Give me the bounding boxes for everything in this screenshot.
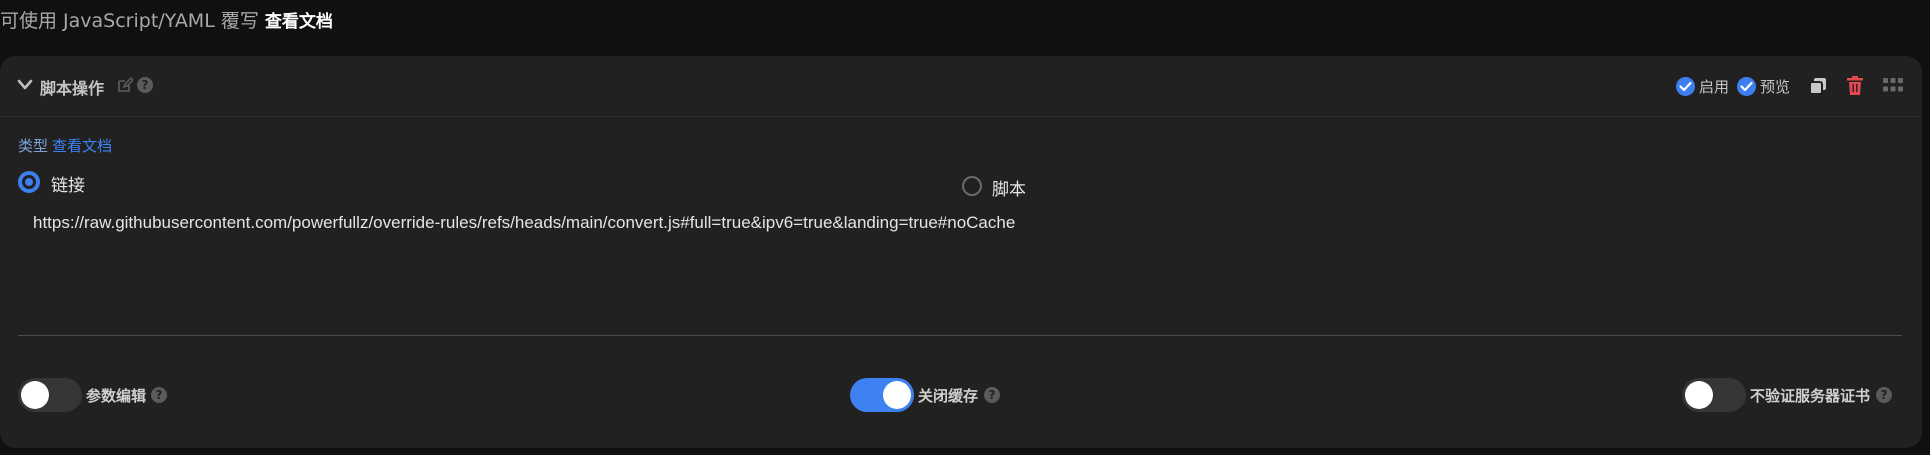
radio-script[interactable] — [962, 176, 982, 196]
delete-icon[interactable] — [1847, 76, 1863, 95]
enable-label: 启用 — [1699, 77, 1730, 96]
type-field-label: 类型 查看文档 — [18, 135, 112, 156]
help-icon[interactable]: ? — [1876, 387, 1892, 403]
help-icon[interactable]: ? — [151, 387, 167, 403]
check-circle-icon — [1676, 76, 1695, 96]
hint-text: 可使用 JavaScript/YAML 覆写 — [0, 10, 259, 32]
toggle-knob — [883, 381, 911, 409]
param-edit-label: 参数编辑 — [86, 387, 147, 405]
edit-icon[interactable] — [117, 77, 133, 93]
copy-icon[interactable] — [1809, 77, 1827, 95]
type-label: 类型 — [18, 137, 49, 155]
radio-link[interactable] — [18, 171, 40, 193]
help-icon[interactable]: ? — [984, 387, 1000, 403]
preview-label: 预览 — [1760, 77, 1791, 96]
toggle-knob — [1685, 381, 1713, 409]
enable-checkbox[interactable]: 启用 — [1676, 74, 1729, 98]
drag-handle-icon[interactable] — [1883, 78, 1903, 92]
view-docs-link[interactable]: 查看文档 — [265, 12, 333, 32]
toggle-knob — [21, 381, 49, 409]
type-docs-link[interactable]: 查看文档 — [52, 137, 112, 155]
skip-cert-verify-label: 不验证服务器证书 — [1750, 387, 1871, 405]
radio-script-label[interactable]: 脚本 — [992, 175, 1026, 200]
header-hint: 可使用 JavaScript/YAML 覆写 查看文档 — [0, 8, 333, 34]
url-input[interactable]: https://raw.githubusercontent.com/powerf… — [18, 206, 1902, 336]
preview-checkbox[interactable]: 预览 — [1737, 74, 1790, 98]
disable-cache-label: 关闭缓存 — [918, 387, 979, 405]
chevron-down-icon[interactable] — [16, 78, 34, 92]
disable-cache-toggle[interactable] — [850, 378, 914, 412]
help-icon[interactable]: ? — [137, 77, 153, 93]
card-title: 脚本操作 — [40, 79, 105, 98]
check-circle-icon — [1737, 76, 1756, 96]
param-edit-toggle[interactable] — [18, 378, 82, 412]
skip-cert-verify-toggle[interactable] — [1682, 378, 1746, 412]
script-operation-card: 脚本操作 ? 启用 预览 类型 查看文档 链接 脚本 https://raw.g… — [0, 56, 1922, 448]
card-header: 脚本操作 ? 启用 预览 — [0, 56, 1922, 117]
radio-link-label[interactable]: 链接 — [51, 171, 85, 196]
